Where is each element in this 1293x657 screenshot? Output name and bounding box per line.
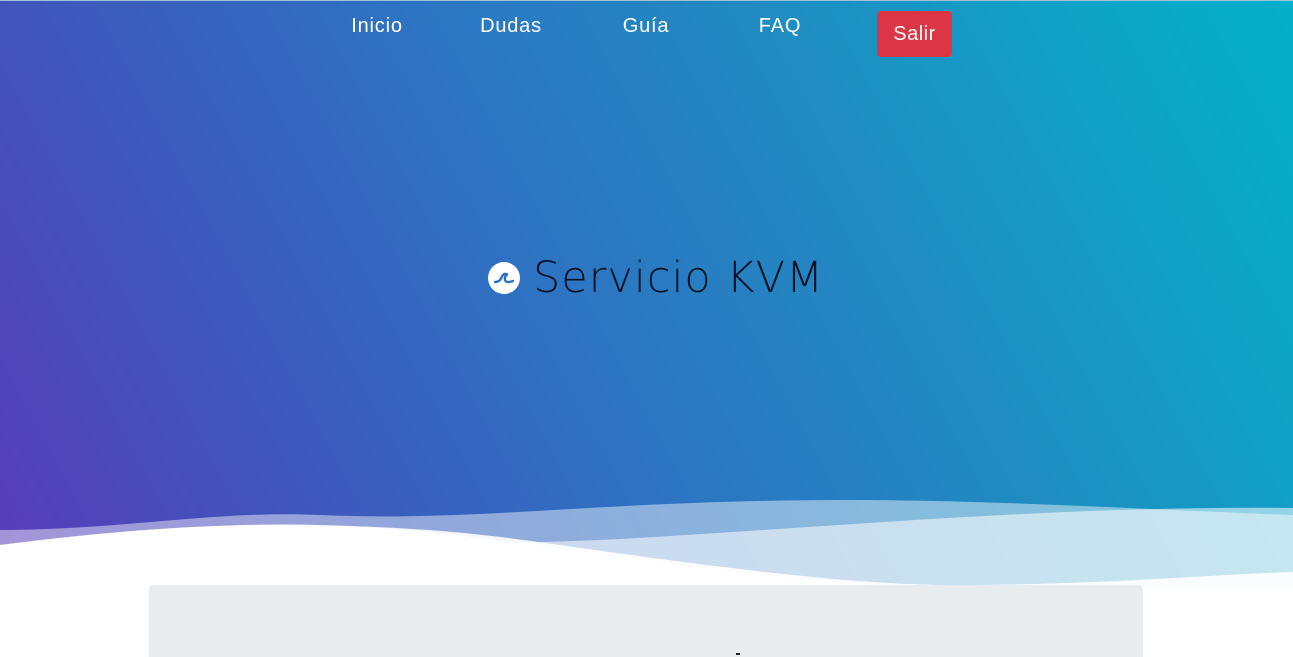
top-navigation: Inicio Dudas Guía FAQ Salir — [0, 0, 1293, 60]
page-title: Servicio KVM — [533, 253, 825, 303]
wave-logo-icon — [488, 262, 520, 294]
nav-link-inicio[interactable]: Inicio — [351, 14, 403, 38]
nav-link-dudas[interactable]: Dudas — [480, 14, 542, 38]
hero-section: Inicio Dudas Guía FAQ Salir Servicio KVM — [0, 0, 1293, 657]
content-card — [149, 585, 1143, 657]
brand-heading: Servicio KVM — [488, 252, 824, 304]
nav-link-faq[interactable]: FAQ — [759, 14, 801, 38]
card-text-fragment — [736, 653, 740, 655]
logout-button[interactable]: Salir — [877, 11, 952, 57]
nav-link-guia[interactable]: Guía — [623, 14, 670, 38]
